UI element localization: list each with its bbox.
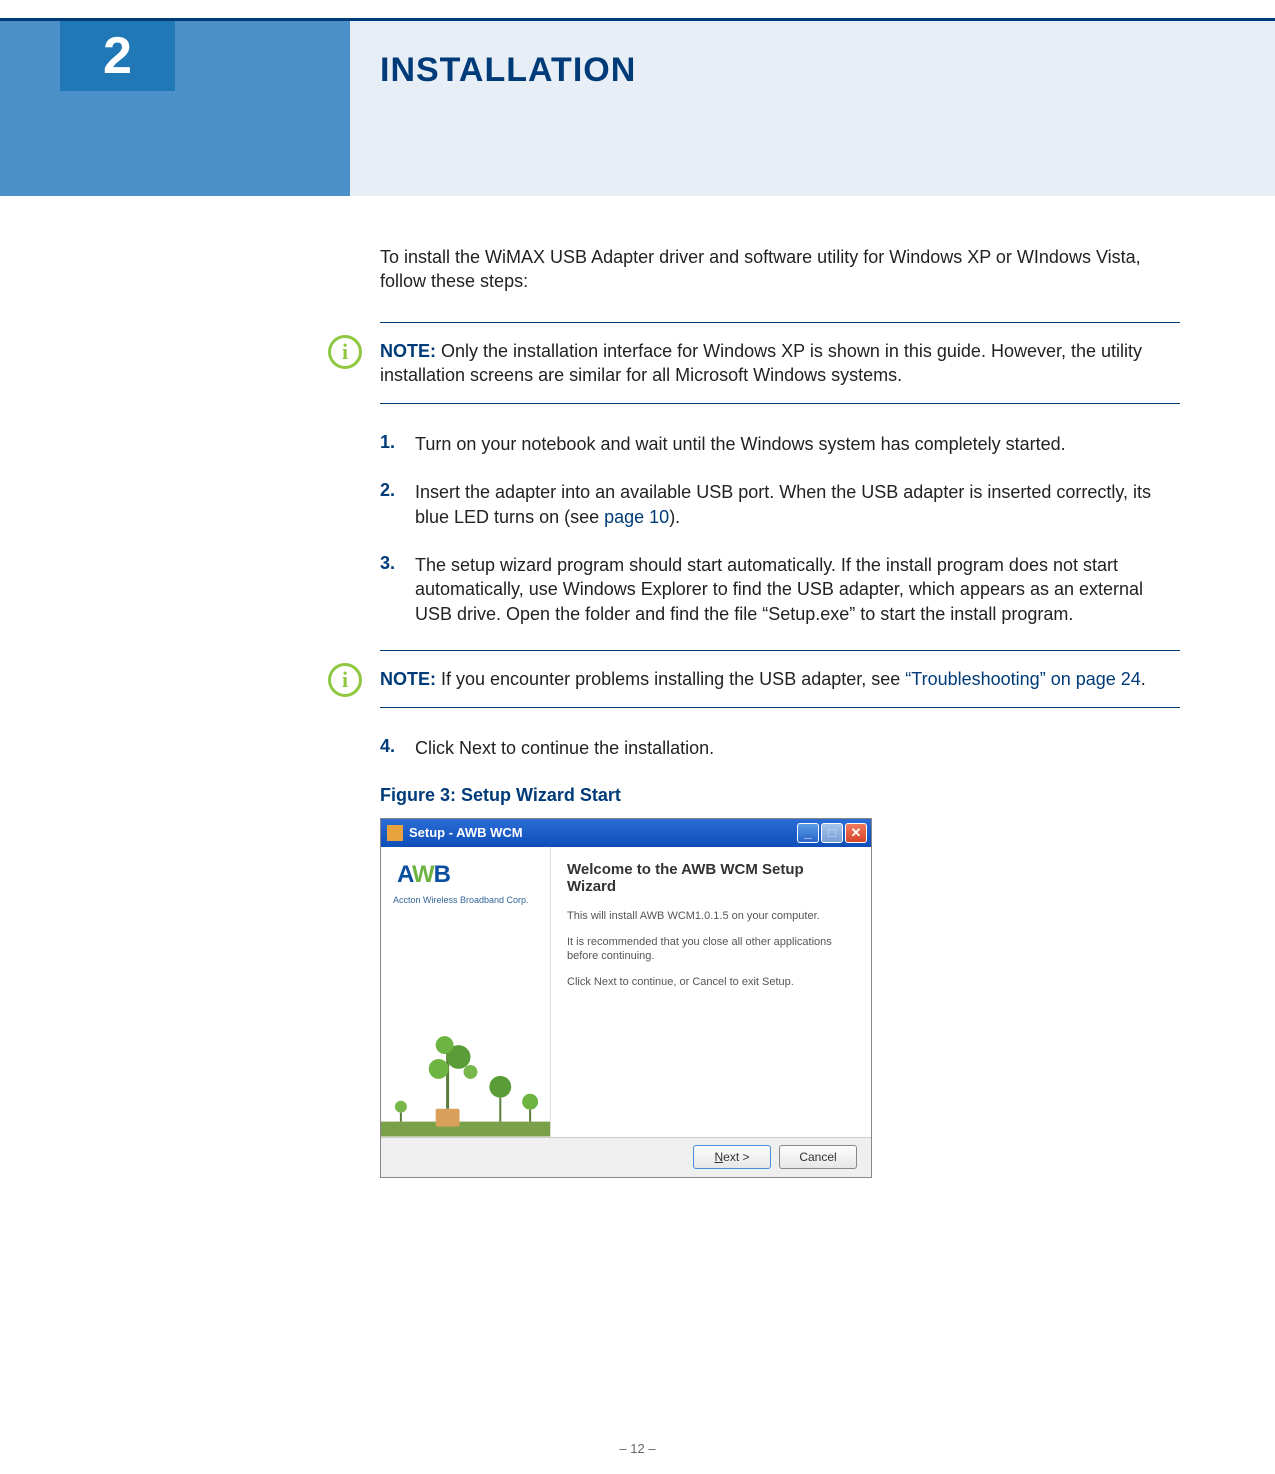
chapter-number: 2	[103, 26, 132, 86]
step-number: 2.	[380, 480, 415, 529]
step-list-2: 4. Click Next to continue the installati…	[380, 736, 1180, 760]
chapter-number-box: 2	[60, 21, 175, 91]
chapter-tab: 2	[0, 21, 350, 196]
note-2-before: If you encounter problems installing the…	[436, 669, 905, 689]
maximize-button: □	[821, 823, 843, 843]
intro-paragraph: To install the WiMAX USB Adapter driver …	[380, 245, 1180, 294]
wizard-sidebar: AWB Accton Wireless Broadband Corp.	[381, 847, 551, 1137]
step-list: 1. Turn on your notebook and wait until …	[380, 432, 1180, 626]
chapter-title-block: INSTALLATION	[350, 21, 1275, 196]
next-underline: N	[714, 1150, 723, 1164]
minimize-button[interactable]: _	[797, 823, 819, 843]
page-number: – 12 –	[619, 1441, 655, 1456]
step-4: 4. Click Next to continue the installati…	[380, 736, 1180, 760]
wizard-title: Setup - AWB WCM	[409, 825, 797, 840]
wizard-titlebar[interactable]: Setup - AWB WCM _ □ ✕	[381, 819, 871, 847]
note-label: NOTE:	[380, 669, 436, 689]
note-1-body: Only the installation interface for Wind…	[380, 341, 1142, 385]
chapter-header: 2 INSTALLATION	[0, 21, 1275, 196]
troubleshooting-link[interactable]: “Troubleshooting” on page 24	[905, 669, 1141, 689]
logo-letter-b: B	[434, 861, 450, 888]
info-icon: i	[328, 663, 362, 697]
wizard-line-1: This will install AWB WCM1.0.1.5 on your…	[567, 909, 855, 923]
step-2: 2. Insert the adapter into an available …	[380, 480, 1180, 529]
setup-icon	[387, 825, 403, 841]
step-text: The setup wizard program should start au…	[415, 553, 1180, 626]
wizard-line-3: Click Next to continue, or Cancel to exi…	[567, 975, 855, 989]
step-number: 3.	[380, 553, 415, 626]
note-2-after: .	[1141, 669, 1146, 689]
wizard-line-2: It is recommended that you close all oth…	[567, 935, 855, 964]
note-block-1: i NOTE: Only the installation interface …	[380, 322, 1180, 405]
figure-caption: Figure 3: Setup Wizard Start	[380, 785, 1180, 806]
step-3: 3. The setup wizard program should start…	[380, 553, 1180, 626]
note-2-text: NOTE: If you encounter problems installi…	[380, 667, 1180, 691]
wizard-body: AWB Accton Wireless Broadband Corp.	[381, 847, 871, 1137]
next-button[interactable]: Next >	[693, 1145, 771, 1169]
note-1-text: NOTE: Only the installation interface fo…	[380, 339, 1180, 388]
logo-letter-a: A	[397, 861, 412, 888]
awb-subtext: Accton Wireless Broadband Corp.	[393, 895, 529, 905]
logo-letter-w: W	[412, 861, 434, 888]
note-label: NOTE:	[380, 341, 436, 361]
step-2-before: Insert the adapter into an available USB…	[415, 482, 1151, 526]
page-content: To install the WiMAX USB Adapter driver …	[380, 245, 1180, 1178]
step-2-after: ).	[669, 507, 680, 527]
close-button[interactable]: ✕	[845, 823, 867, 843]
info-icon: i	[328, 335, 362, 369]
step-text: Insert the adapter into an available USB…	[415, 480, 1180, 529]
step-number: 4.	[380, 736, 415, 760]
note-block-2: i NOTE: If you encounter problems instal…	[380, 650, 1180, 708]
wizard-footer: Next > Cancel	[381, 1137, 871, 1177]
setup-wizard-window: Setup - AWB WCM _ □ ✕ AWB Accton Wireles…	[380, 818, 872, 1178]
page-link[interactable]: page 10	[604, 507, 669, 527]
awb-logo: AWB	[397, 861, 450, 889]
chapter-title: INSTALLATION	[380, 51, 1255, 90]
step-number: 1.	[380, 432, 415, 456]
wizard-main-panel: Welcome to the AWB WCM Setup Wizard This…	[551, 847, 871, 1137]
wizard-heading: Welcome to the AWB WCM Setup Wizard	[567, 861, 855, 895]
cancel-button[interactable]: Cancel	[779, 1145, 857, 1169]
plant-illustration	[381, 977, 550, 1137]
step-text: Click Next to continue the installation.	[415, 736, 1180, 760]
step-text: Turn on your notebook and wait until the…	[415, 432, 1180, 456]
window-buttons: _ □ ✕	[797, 823, 867, 843]
step-1: 1. Turn on your notebook and wait until …	[380, 432, 1180, 456]
